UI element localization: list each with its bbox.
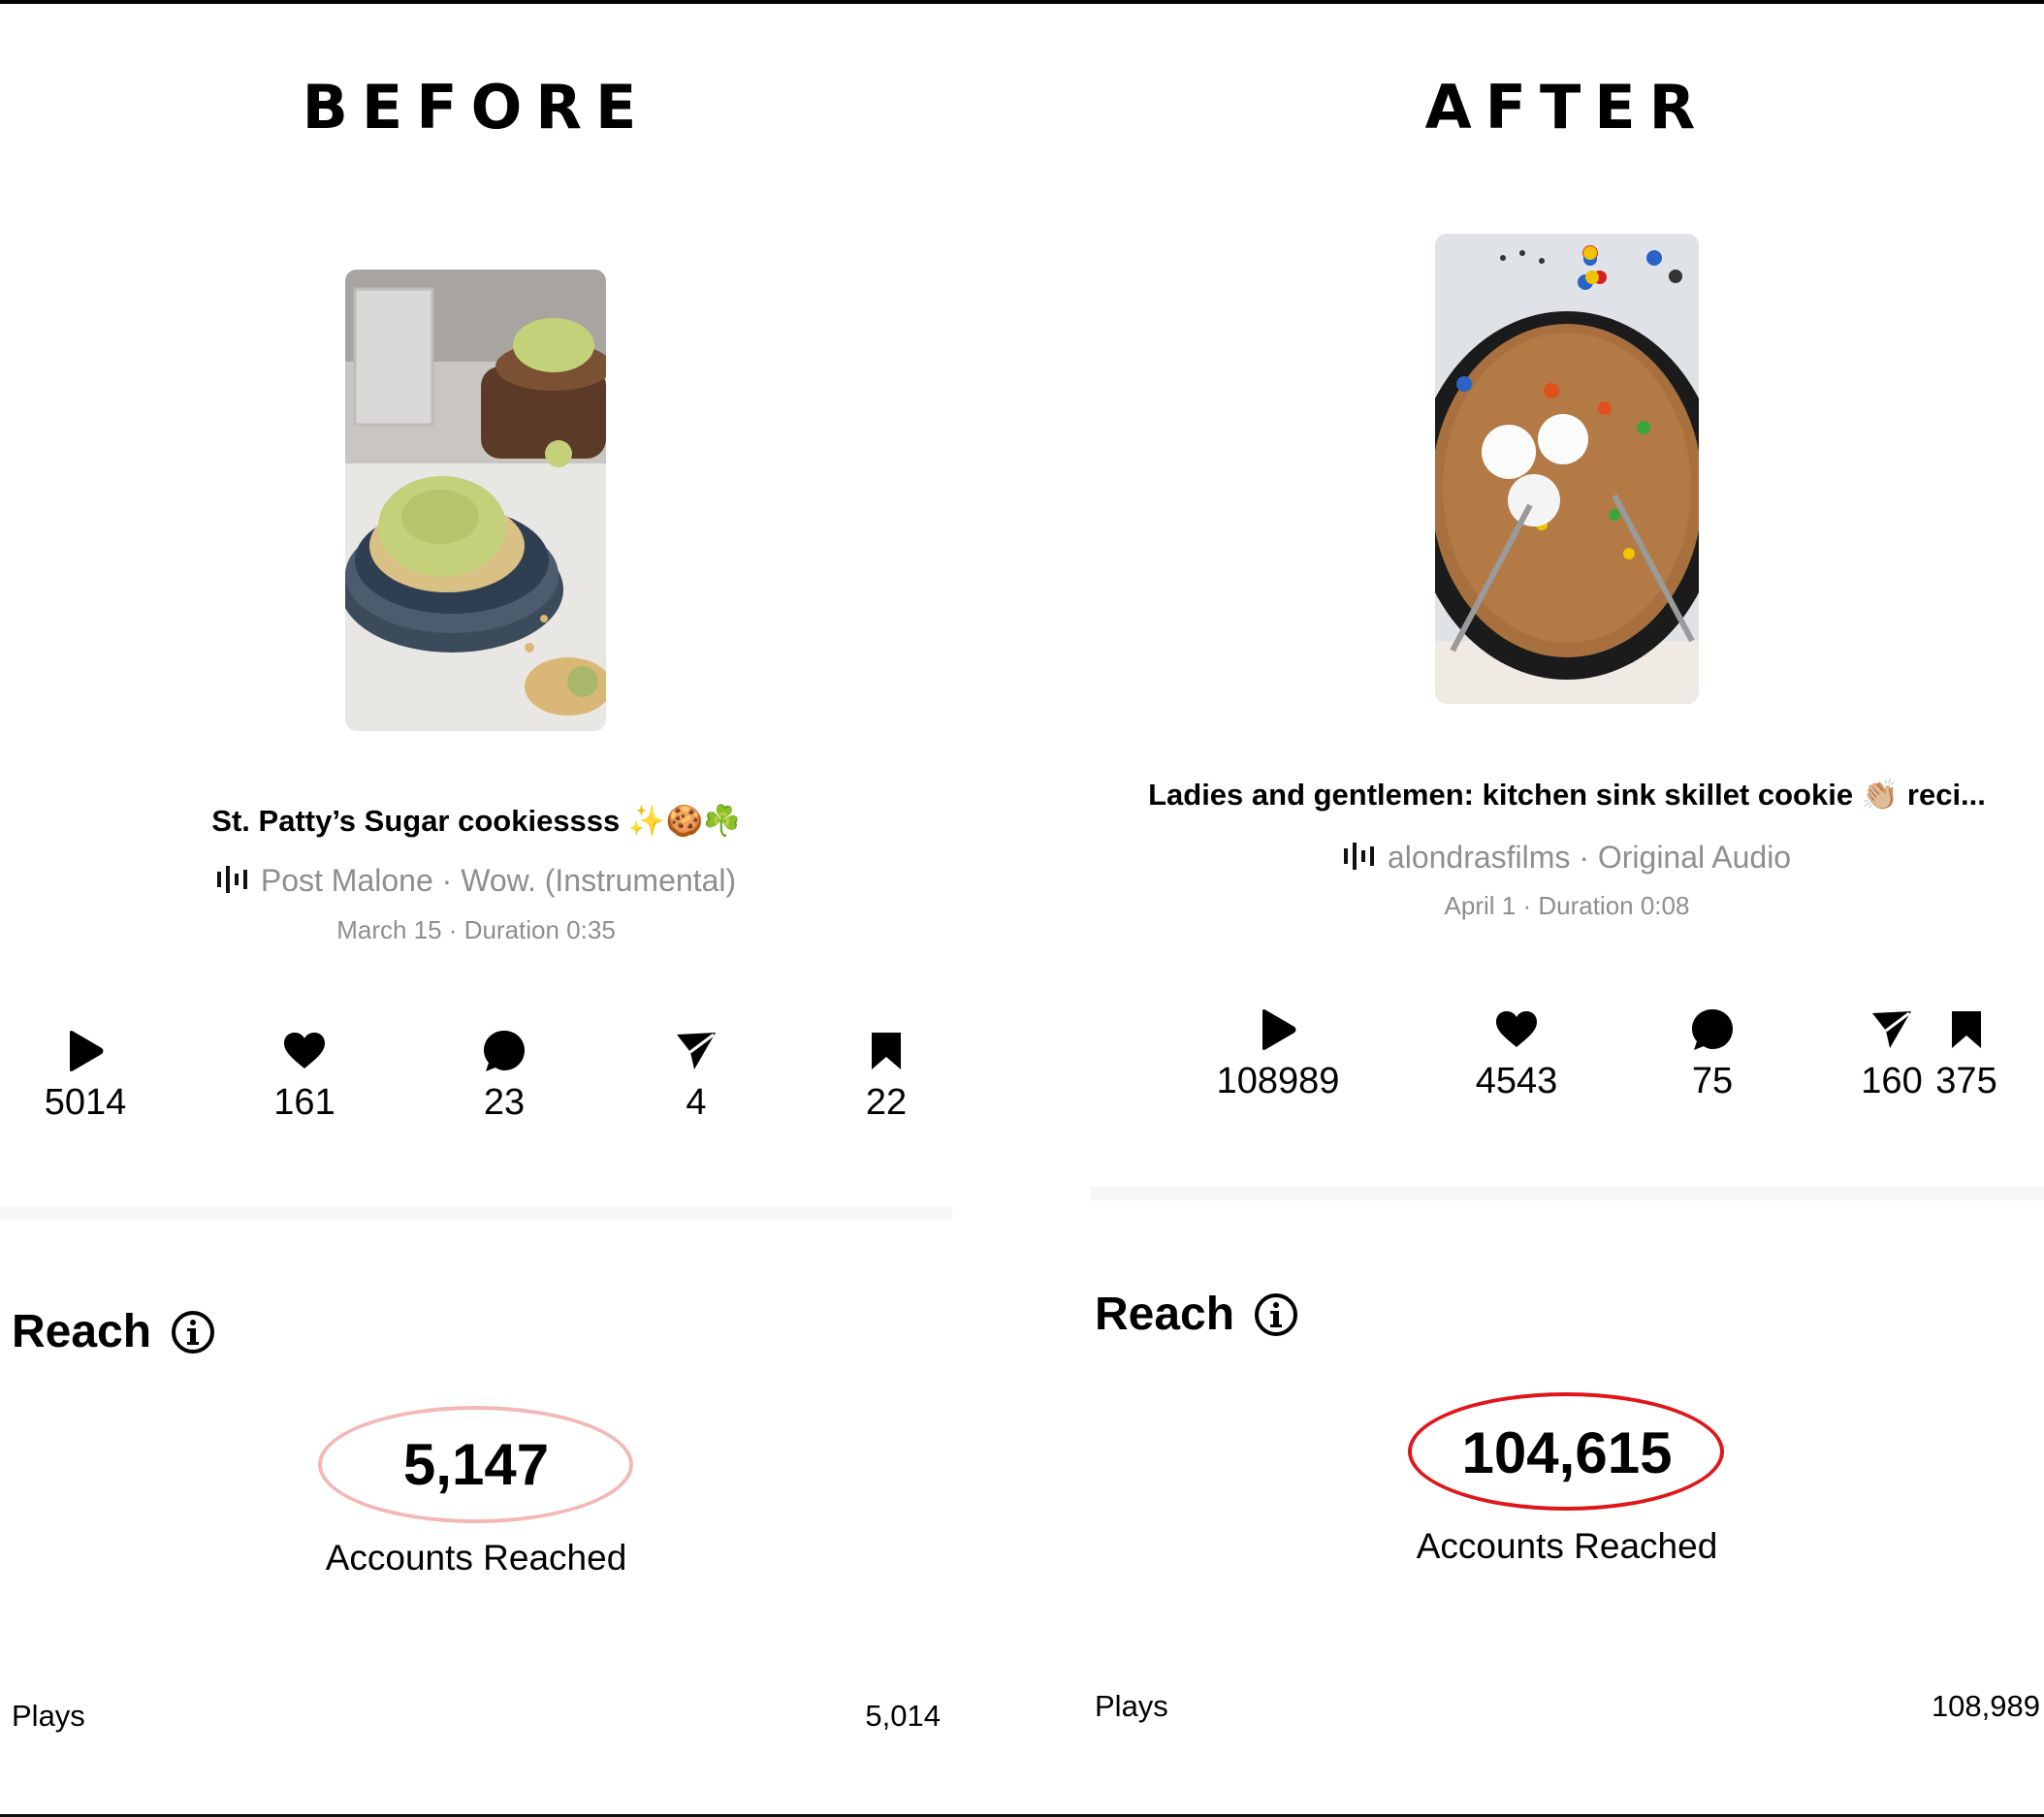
info-icon[interactable] bbox=[1254, 1292, 1298, 1337]
saves-count: 22 bbox=[865, 1082, 908, 1123]
likes-stat: 161 bbox=[208, 1028, 401, 1124]
reach-heading: Reach bbox=[12, 1305, 215, 1358]
reel-meta: April 1 · Duration 0:08 bbox=[1444, 891, 1690, 920]
comments-stat: 75 bbox=[1615, 1006, 1809, 1102]
reel-title: Ladies and gentlemen: kitchen sink skill… bbox=[1148, 778, 1986, 812]
audio-wave-icon bbox=[216, 865, 249, 901]
info-icon[interactable] bbox=[171, 1310, 215, 1355]
saves-stat: 375 bbox=[1889, 1006, 2044, 1102]
plays-count: 108989 bbox=[1216, 1061, 1340, 1101]
likes-stat: 4543 bbox=[1420, 1006, 1613, 1102]
plays-stat: 5014 bbox=[0, 1028, 182, 1124]
reel-title: St. Patty’s Sugar cookiessss ✨🍪☘️ bbox=[211, 804, 741, 838]
comments-count: 75 bbox=[1691, 1061, 1734, 1101]
sugar-cookie-photo bbox=[345, 270, 606, 731]
reel-thumbnail[interactable] bbox=[345, 270, 606, 731]
shares-stat: 4 bbox=[599, 1028, 793, 1124]
before-panel: BEFORE St. Patty’s Sugar cookiessss ✨🍪☘️ bbox=[0, 0, 952, 1817]
audio-label: Post Malone · Wow. (Instrumental) bbox=[260, 863, 737, 898]
after-heading: AFTER bbox=[1424, 72, 1709, 143]
likes-count: 161 bbox=[273, 1082, 335, 1123]
comment-icon bbox=[1615, 1006, 1809, 1053]
reach-heading: Reach bbox=[1095, 1288, 1298, 1341]
comments-stat: 23 bbox=[407, 1028, 601, 1124]
accounts-reached-label: Accounts Reached bbox=[1416, 1526, 1718, 1566]
play-icon bbox=[0, 1028, 182, 1074]
bookmark-icon bbox=[1889, 1006, 2044, 1053]
plays-row-label: Plays bbox=[12, 1699, 85, 1733]
accounts-reached-value: 5,147 bbox=[402, 1432, 550, 1497]
saves-stat: 22 bbox=[789, 1028, 983, 1124]
plays-row-label: Plays bbox=[1095, 1689, 1168, 1723]
plays-row-value: 108,989 bbox=[1931, 1689, 2040, 1723]
accounts-reached-label: Accounts Reached bbox=[325, 1538, 627, 1578]
plays-row-value: 5,014 bbox=[865, 1699, 941, 1733]
plays-count: 5014 bbox=[44, 1082, 127, 1123]
reel-audio[interactable]: alondrasfilms · Original Audio bbox=[1090, 840, 2044, 877]
accounts-reached-value: 104,615 bbox=[1461, 1420, 1673, 1485]
before-heading: BEFORE bbox=[302, 72, 651, 143]
play-icon bbox=[1181, 1006, 1375, 1053]
saves-count: 375 bbox=[1935, 1061, 1997, 1101]
audio-label: alondrasfilms · Original Audio bbox=[1387, 840, 1792, 875]
shares-count: 4 bbox=[686, 1082, 707, 1123]
section-divider bbox=[0, 1206, 952, 1220]
skillet-cookie-photo bbox=[1435, 234, 1699, 704]
section-divider bbox=[1090, 1187, 2044, 1200]
likes-count: 4543 bbox=[1475, 1061, 1558, 1101]
reel-meta: March 15 · Duration 0:35 bbox=[336, 915, 616, 944]
reach-title: Reach bbox=[1095, 1289, 1235, 1340]
heart-icon bbox=[1420, 1006, 1613, 1053]
audio-wave-icon bbox=[1343, 842, 1376, 877]
bookmark-icon bbox=[789, 1028, 983, 1074]
plays-stat: 108989 bbox=[1181, 1006, 1375, 1102]
reach-title: Reach bbox=[12, 1306, 152, 1357]
send-icon bbox=[599, 1028, 793, 1074]
comment-icon bbox=[407, 1028, 601, 1074]
after-panel: AFTER Ladies and gentlemen: kitchen sink… bbox=[1090, 0, 2044, 1817]
reel-thumbnail[interactable] bbox=[1435, 234, 1699, 704]
comments-count: 23 bbox=[483, 1082, 526, 1123]
heart-icon bbox=[208, 1028, 401, 1074]
reel-audio[interactable]: Post Malone · Wow. (Instrumental) bbox=[0, 863, 952, 901]
